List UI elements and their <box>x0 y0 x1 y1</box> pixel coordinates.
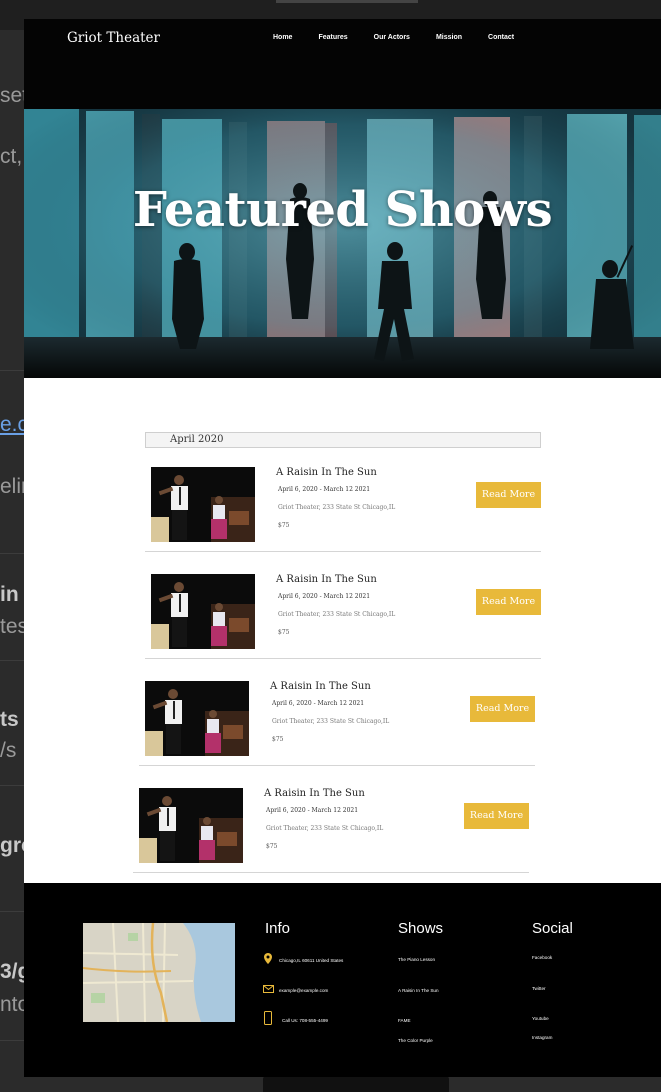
main-nav: Home Features Our Actors Mission Contact <box>273 34 540 41</box>
event-dates: April 6, 2020 - March 12 2021 <box>278 486 371 493</box>
website-preview: Griot Theater Home Features Our Actors M… <box>24 19 661 1077</box>
phone-icon <box>264 1011 272 1025</box>
event-divider <box>145 658 541 659</box>
footer-shows-heading: Shows <box>398 920 444 937</box>
page-title: Featured Shows <box>132 182 553 238</box>
nav-mission[interactable]: Mission <box>436 34 462 41</box>
month-label: April 2020 <box>170 434 224 445</box>
background-text-fragment: ct, <box>0 145 23 168</box>
event-divider <box>133 872 529 873</box>
event-price: $75 <box>272 736 284 743</box>
event-item: A Raisin In The Sun April 6, 2020 - Marc… <box>139 676 535 776</box>
footer-info-heading: Info <box>265 920 291 937</box>
event-venue: Griot Theater, 233 State St Chicago,IL <box>278 504 396 511</box>
event-title[interactable]: A Raisin In The Sun <box>264 788 365 799</box>
read-more-button[interactable]: Read More <box>476 589 541 615</box>
event-item: A Raisin In The Sun April 6, 2020 - Marc… <box>145 462 541 562</box>
background-heading-fragment: in <box>0 583 19 606</box>
read-more-button[interactable]: Read More <box>470 696 535 722</box>
footer-facebook-link[interactable]: Facebook <box>532 955 552 960</box>
event-dates: April 6, 2020 - March 12 2021 <box>272 700 365 707</box>
event-item: A Raisin In The Sun April 6, 2020 - Marc… <box>133 783 529 883</box>
location-pin-icon <box>264 953 272 964</box>
site-footer: Info Chicago,IL 60611 United States exam… <box>24 883 661 1077</box>
footer-instagram-link[interactable]: Instagram <box>532 1035 552 1040</box>
event-divider <box>139 765 535 766</box>
event-title[interactable]: A Raisin In The Sun <box>276 467 377 478</box>
footer-show-link[interactable]: The Color Purple <box>398 1038 433 1043</box>
footer-show-link[interactable]: The Piano Lesson <box>398 957 435 962</box>
event-item: A Raisin In The Sun April 6, 2020 - Marc… <box>145 569 541 669</box>
event-price: $75 <box>266 843 278 850</box>
background-divider <box>0 660 24 661</box>
background-divider <box>0 553 24 554</box>
background-text-fragment: /s <box>0 739 17 762</box>
event-venue: Griot Theater, 233 State St Chicago,IL <box>278 611 396 618</box>
background-heading-fragment: ts <box>0 708 19 731</box>
month-header: April 2020 <box>145 432 541 448</box>
nav-features[interactable]: Features <box>318 34 347 41</box>
footer-twitter-link[interactable]: Twitter <box>532 986 546 991</box>
nav-our-actors[interactable]: Our Actors <box>374 34 410 41</box>
footer-show-link[interactable]: A Raisin In The Sun <box>398 988 439 993</box>
background-divider <box>0 911 24 912</box>
footer-youtube-link[interactable]: Youtube <box>532 1016 549 1021</box>
location-map[interactable] <box>83 923 235 1022</box>
nav-home[interactable]: Home <box>273 34 292 41</box>
background-bottom-tab <box>263 1076 449 1092</box>
background-divider <box>0 785 24 786</box>
event-thumbnail[interactable] <box>151 467 255 542</box>
footer-show-link[interactable]: FAME <box>398 1018 411 1023</box>
event-price: $75 <box>278 629 290 636</box>
event-dates: April 6, 2020 - March 12 2021 <box>278 593 371 600</box>
event-dates: April 6, 2020 - March 12 2021 <box>266 807 359 814</box>
event-title[interactable]: A Raisin In The Sun <box>270 681 371 692</box>
read-more-button[interactable]: Read More <box>476 482 541 508</box>
footer-phone: Call Us: 708-555-4499 <box>282 1018 328 1023</box>
event-title[interactable]: A Raisin In The Sun <box>276 574 377 585</box>
event-thumbnail[interactable] <box>151 574 255 649</box>
event-divider <box>145 551 541 552</box>
background-divider <box>0 370 24 371</box>
read-more-button[interactable]: Read More <box>464 803 529 829</box>
footer-address: Chicago,IL 60611 United States <box>279 958 344 963</box>
footer-email[interactable]: example@example.com <box>279 988 328 993</box>
event-price: $75 <box>278 522 290 529</box>
footer-social-heading: Social <box>532 920 573 937</box>
hero-banner: Griot Theater Home Features Our Actors M… <box>24 19 661 378</box>
mail-icon <box>263 985 274 993</box>
nav-contact[interactable]: Contact <box>488 34 514 41</box>
event-venue: Griot Theater, 233 State St Chicago,IL <box>266 825 384 832</box>
event-venue: Griot Theater, 233 State St Chicago,IL <box>272 718 390 725</box>
background-divider <box>0 1040 24 1041</box>
site-logo[interactable]: Griot Theater <box>67 30 160 46</box>
event-thumbnail[interactable] <box>145 681 249 756</box>
event-thumbnail[interactable] <box>139 788 243 863</box>
